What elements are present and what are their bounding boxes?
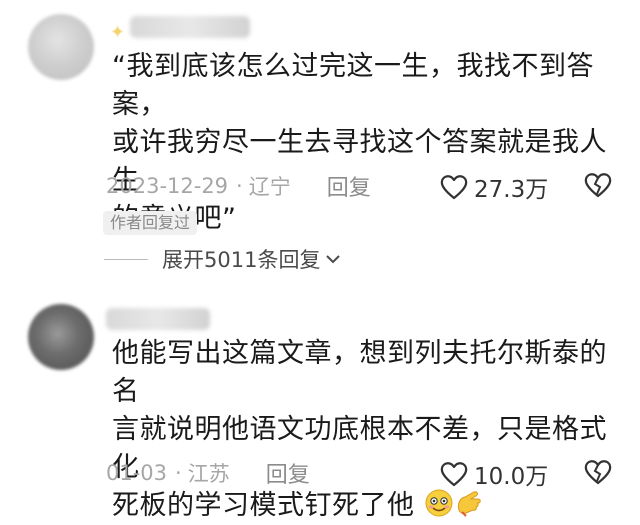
comment-text[interactable]: 他能写出这篇文章，想到列夫托尔斯泰的名 言就说明他语文功底根本不差，只是格式化 … — [112, 335, 632, 525]
comment-location: 辽宁 — [248, 175, 291, 199]
pointing-hand-emoji — [457, 491, 481, 517]
comment-date: 01-03 — [106, 461, 168, 485]
comment-text[interactable]: “我到底该怎么过完这一生，我找不到答案， 或许我穷尽一生去寻找这个答案就是我人生… — [112, 48, 632, 238]
like-button[interactable]: 10.0万 — [440, 457, 548, 491]
heart-outline-icon — [440, 175, 468, 200]
avatar[interactable] — [28, 14, 94, 80]
broken-heart-icon[interactable] — [584, 172, 612, 198]
author-replied-badge: 作者回复过 — [103, 211, 198, 235]
meta-separator: · — [236, 174, 243, 198]
chevron-down-icon — [326, 255, 341, 264]
username[interactable] — [130, 16, 250, 38]
reply-button[interactable]: 回复 — [266, 457, 310, 489]
heart-outline-icon — [440, 462, 468, 487]
comment-location: 江苏 — [187, 462, 230, 486]
comment-2: 他能写出这篇文章，想到列夫托尔斯泰的名 言就说明他语文功底根本不差，只是格式化 … — [0, 290, 640, 521]
username[interactable] — [106, 308, 210, 330]
like-count: 27.3万 — [474, 177, 549, 203]
comment-date: 2023-12-29 — [106, 174, 229, 198]
comment-line: 死板的学习模式钉死了他 — [112, 490, 415, 521]
like-count: 10.0万 — [474, 464, 549, 490]
expand-replies-label: 展开5011条回复 — [162, 248, 321, 272]
divider-line — [104, 258, 148, 260]
like-button[interactable]: 27.3万 — [440, 170, 548, 204]
sparkle-icon: ✦ — [110, 22, 126, 43]
avatar[interactable] — [28, 304, 94, 370]
broken-heart-icon[interactable] — [584, 459, 612, 485]
smiling-face-emoji — [425, 489, 453, 517]
meta-separator: · — [175, 461, 182, 485]
comment-1: ✦ “我到底该怎么过完这一生，我找不到答案， 或许我穷尽一生去寻找这个答案就是我… — [0, 0, 640, 290]
expand-replies-button[interactable]: 展开5011条回复 — [104, 244, 342, 274]
reply-button[interactable]: 回复 — [327, 170, 371, 202]
comment-line: 他能写出这篇文章，想到列夫托尔斯泰的名 — [112, 338, 607, 407]
comment-line: “我到底该怎么过完这一生，我找不到答案， — [112, 51, 594, 120]
